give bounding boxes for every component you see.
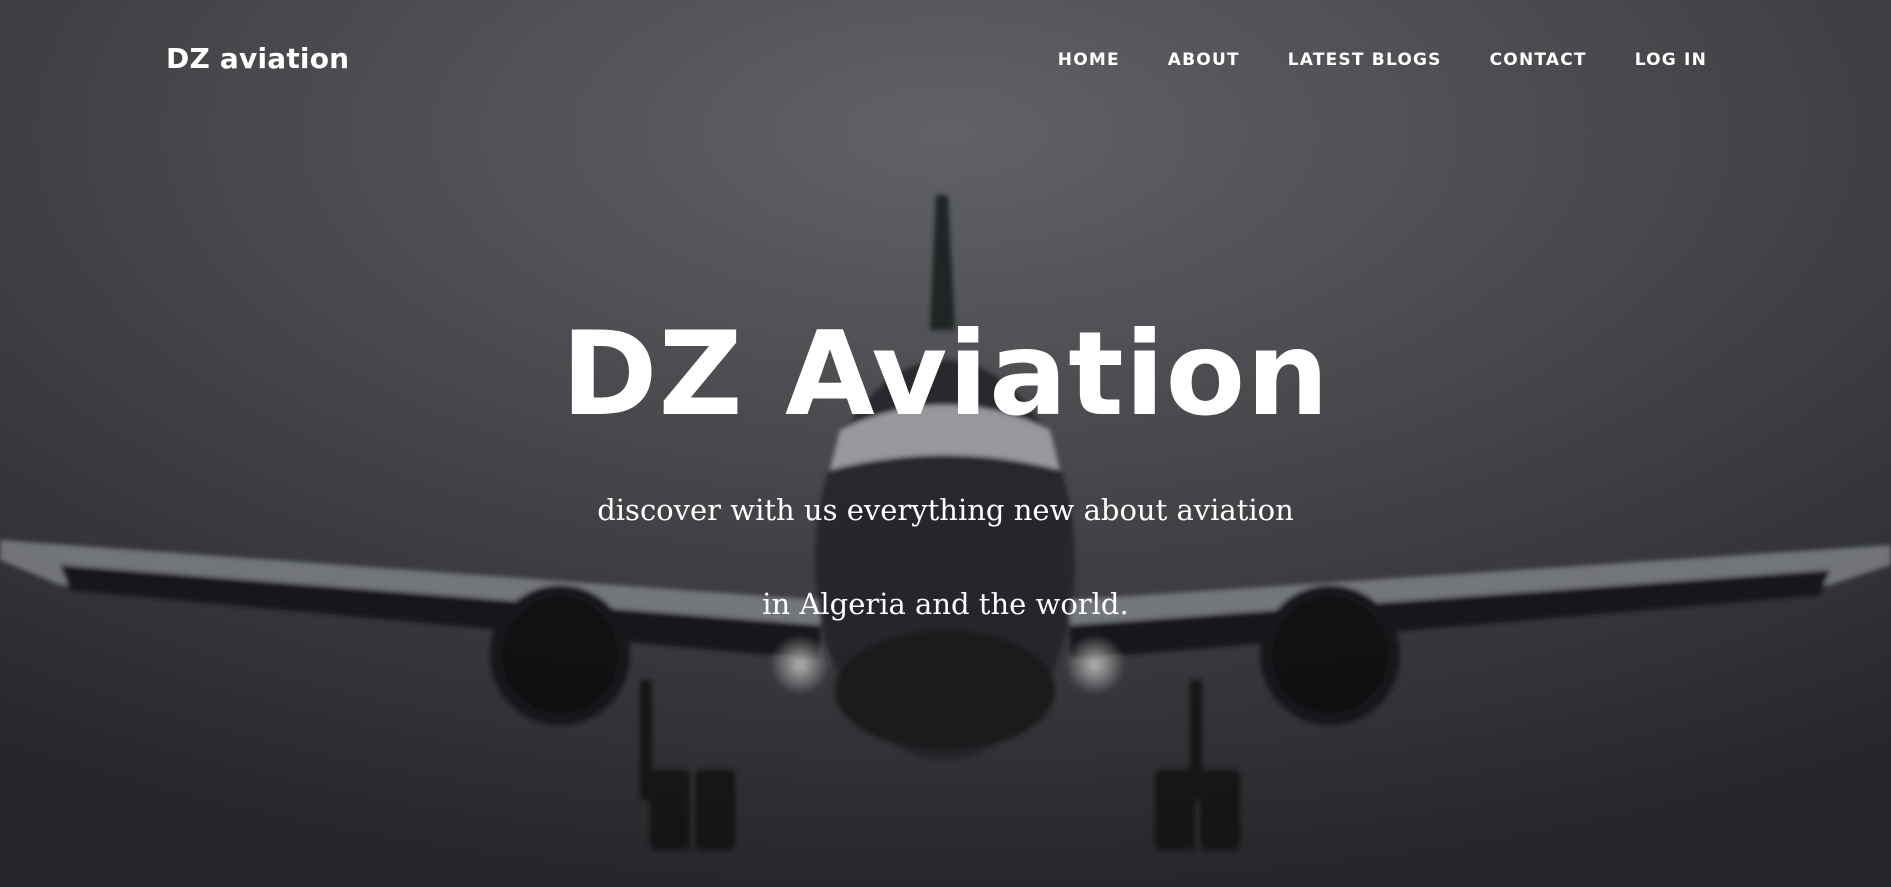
nav-item-latest-blogs: LATEST BLOGS [1288,50,1442,70]
nav-item-about: ABOUT [1168,50,1240,70]
brand-logo-link[interactable]: DZ aviation [166,42,349,75]
hero-subtitle-line-2: in Algeria and the world. [762,587,1129,621]
hero-subtitle-line-1: discover with us everything new about av… [597,493,1294,527]
nav-link-contact[interactable]: CONTACT [1490,50,1587,70]
nav-item-home: HOME [1058,50,1120,70]
nav-menu: HOME ABOUT LATEST BLOGS CONTACT LOG IN [1058,50,1707,70]
nav-link-latest-blogs[interactable]: LATEST BLOGS [1288,50,1442,70]
nav-link-home[interactable]: HOME [1058,50,1120,70]
nav-item-contact: CONTACT [1490,50,1587,70]
nav-link-about[interactable]: ABOUT [1168,50,1240,70]
nav-link-log-in[interactable]: LOG IN [1635,50,1707,70]
nav-item-log-in: LOG IN [1635,50,1707,70]
hero-section: DZ aviation HOME ABOUT LATEST BLOGS CONT… [0,0,1891,887]
top-navbar: DZ aviation HOME ABOUT LATEST BLOGS CONT… [0,0,1891,124]
hero-title: DZ Aviation [561,307,1330,442]
